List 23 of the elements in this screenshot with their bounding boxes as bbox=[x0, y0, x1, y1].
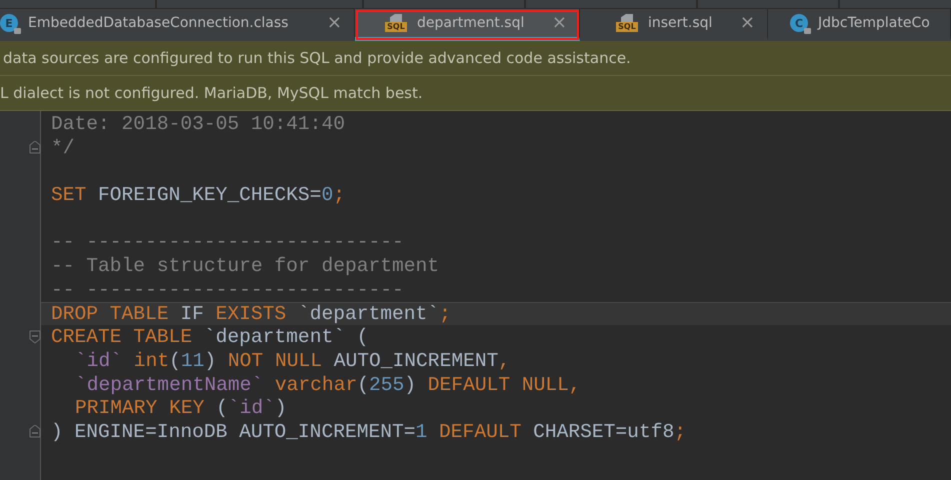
code-line: SET FOREIGN_KEY_CHECKS=0; bbox=[50, 183, 346, 207]
fold-end-icon[interactable] bbox=[29, 140, 41, 155]
editor-tab[interactable]: SQL department.sql × bbox=[355, 9, 580, 41]
code-line: `id` int(11) NOT NULL AUTO_INCREMENT, bbox=[74, 348, 512, 373]
code-line: -- --------------------------- bbox=[50, 230, 405, 254]
notification-banner: L dialect is not configured. MariaDB, MySQL match best. bbox=[0, 76, 951, 111]
code-line: ) ENGINE=InnoDB AUTO_INCREMENT=1 DEFAULT CHARSET=utf8; bbox=[50, 420, 687, 444]
code-line: Date: 2018-03-05 10:41:40 bbox=[50, 112, 346, 136]
code-line: CREATE TABLE `department` ( bbox=[50, 325, 370, 349]
code-line: -- --------------------------- bbox=[50, 278, 405, 302]
notification-banner: data sources are configured to run this SQL and provide advanced code assistance. bbox=[0, 41, 951, 76]
close-icon[interactable]: × bbox=[326, 14, 342, 32]
code-line: PRIMARY KEY (`id`) bbox=[74, 396, 288, 420]
code-line: -- Table structure for department bbox=[50, 254, 440, 278]
class-file-icon: E bbox=[0, 14, 18, 32]
close-icon[interactable]: × bbox=[552, 14, 567, 32]
fold-collapse-icon[interactable] bbox=[29, 330, 41, 344]
fold-end-icon[interactable] bbox=[29, 424, 41, 439]
code-line: */ bbox=[50, 136, 76, 160]
close-icon[interactable]: × bbox=[740, 14, 755, 32]
class-file-icon: C bbox=[790, 14, 808, 32]
editor-tab[interactable]: E EmbeddedDatabaseConnection.class × bbox=[0, 9, 355, 41]
code-line: `departmentName` varchar(255) DEFAULT NULL, bbox=[74, 372, 582, 396]
